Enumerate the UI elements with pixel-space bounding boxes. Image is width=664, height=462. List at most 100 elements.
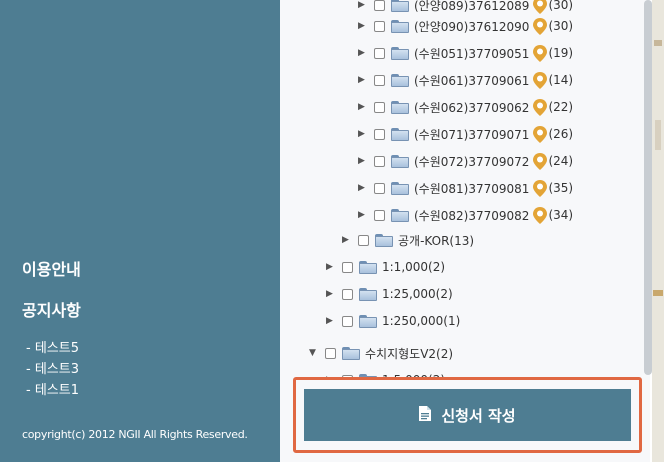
- write-application-button[interactable]: 신청서 작성: [304, 389, 631, 441]
- notice-item[interactable]: - 테스트5: [26, 338, 79, 359]
- tree-row[interactable]: ▶ (수원051)37709051 (19): [357, 43, 573, 63]
- folder-icon: [391, 154, 409, 168]
- tree-checkbox[interactable]: [358, 234, 369, 246]
- map-pin-icon[interactable]: [533, 71, 548, 89]
- folder-icon: [391, 100, 409, 114]
- tree-row[interactable]: ▶ (수원062)37709062 (22): [357, 97, 573, 117]
- write-application-label: 신청서 작성: [441, 406, 516, 425]
- copyright-text: copyright(c) 2012 NGII All Rights Reserv…: [22, 428, 248, 441]
- tree-label: (수원072)37709072: [414, 154, 530, 169]
- tree-checkbox[interactable]: [374, 182, 385, 194]
- tree-label: (수원081)37709081: [414, 181, 530, 196]
- folder-icon: [391, 181, 409, 195]
- tree-row[interactable]: ▶ 1:1,000(2): [325, 257, 445, 277]
- tree-scrollbar[interactable]: [644, 0, 652, 375]
- tree-row[interactable]: ▶ (수원061)37709061 (14): [357, 70, 573, 90]
- folder-icon: [375, 233, 393, 247]
- document-icon: [419, 405, 432, 425]
- tree-checkbox[interactable]: [342, 315, 353, 327]
- item-count: (22): [548, 100, 574, 114]
- map-pin-icon[interactable]: [533, 98, 548, 116]
- expand-arrow-icon[interactable]: ▶: [357, 21, 366, 31]
- expand-arrow-icon[interactable]: ▶: [325, 289, 334, 299]
- notice-link[interactable]: 공지사항: [22, 297, 81, 321]
- expand-arrow-icon[interactable]: ▶: [357, 183, 366, 193]
- tree-row[interactable]: ▶ (수원072)37709072 (24): [357, 151, 573, 171]
- folder-icon: [342, 346, 360, 360]
- tree-checkbox[interactable]: [374, 209, 385, 221]
- item-count: (30): [548, 19, 574, 33]
- notice-list: - 테스트5 - 테스트3 - 테스트1: [26, 338, 79, 401]
- tree-label: (수원071)37709071: [414, 127, 530, 142]
- tree-checkbox[interactable]: [374, 74, 385, 86]
- tree-checkbox[interactable]: [374, 155, 385, 167]
- folder-icon: [359, 314, 377, 328]
- tree-checkbox[interactable]: [374, 47, 385, 59]
- tree-row[interactable]: ▶ 1:25,000(2): [325, 284, 453, 304]
- map-pin-icon[interactable]: [533, 0, 548, 14]
- folder-icon: [391, 46, 409, 60]
- map-pin-icon[interactable]: [533, 125, 548, 143]
- expand-arrow-icon[interactable]: ▶: [357, 102, 366, 112]
- sidebar: 이용안내 공지사항 - 테스트5 - 테스트3 - 테스트1 copyright…: [0, 0, 280, 462]
- tree-label: 공개-KOR(13): [398, 233, 475, 248]
- map-pin-icon[interactable]: [533, 206, 548, 224]
- tree-label: 수치지형도V2(2): [365, 346, 454, 361]
- tree-label: (수원082)37709082: [414, 208, 530, 223]
- expand-arrow-icon[interactable]: ▶: [341, 235, 350, 245]
- expand-arrow-icon[interactable]: ▶: [357, 48, 366, 58]
- tree-checkbox[interactable]: [374, 20, 385, 32]
- expand-arrow-icon[interactable]: ▶: [357, 156, 366, 166]
- item-count: (14): [548, 73, 574, 87]
- tree-label: 1:250,000(1): [382, 314, 461, 328]
- tree-row[interactable]: ▶ 공개-KOR(13): [341, 230, 474, 250]
- tree-row[interactable]: ▶ (수원071)37709071 (26): [357, 124, 573, 144]
- expand-arrow-icon[interactable]: ▶: [357, 210, 366, 220]
- tree-label: (안양090)37612090: [414, 19, 530, 34]
- item-count: (26): [548, 127, 574, 141]
- folder-icon: [391, 127, 409, 141]
- folder-icon: [359, 287, 377, 301]
- tree-label: (안양089)37612089: [414, 0, 530, 13]
- folder-icon: [391, 73, 409, 87]
- notice-item[interactable]: - 테스트1: [26, 380, 79, 401]
- folder-icon: [391, 208, 409, 222]
- map-pin-icon[interactable]: [533, 17, 548, 35]
- usage-guide-link[interactable]: 이용안내: [22, 256, 81, 280]
- map-pin-icon[interactable]: [533, 179, 548, 197]
- item-count: (34): [548, 208, 574, 222]
- tree-row[interactable]: ▶ 1:250,000(1): [325, 311, 460, 331]
- tree-row[interactable]: ▶ (안양090)37612090 (30): [357, 16, 573, 36]
- map-view-edge: [652, 0, 664, 462]
- tree-checkbox[interactable]: [374, 128, 385, 140]
- expand-arrow-icon[interactable]: ▶: [357, 129, 366, 139]
- item-count: (30): [548, 0, 574, 12]
- tree-checkbox[interactable]: [342, 288, 353, 300]
- submit-highlight-box: 신청서 작성: [293, 377, 642, 453]
- tree-row[interactable]: ▶ (안양089)37612089 (30): [357, 0, 573, 15]
- tree-row[interactable]: ▶ (수원081)37709081 (35): [357, 178, 573, 198]
- folder-icon: [359, 260, 377, 274]
- tree-label: (수원061)37709061: [414, 73, 530, 88]
- tree-label: 1:25,000(2): [382, 287, 453, 301]
- expand-arrow-icon[interactable]: ▶: [325, 316, 334, 326]
- tree-label: 1:1,000(2): [382, 260, 446, 274]
- tree-label: (수원051)37709051: [414, 46, 530, 61]
- map-pin-icon[interactable]: [533, 152, 548, 170]
- collapse-arrow-icon[interactable]: ▼: [308, 348, 317, 358]
- tree-checkbox[interactable]: [374, 101, 385, 113]
- tree-row[interactable]: ▼ 수치지형도V2(2): [308, 343, 453, 363]
- expand-arrow-icon[interactable]: ▶: [357, 75, 366, 85]
- folder-icon: [391, 19, 409, 33]
- map-pin-icon[interactable]: [533, 44, 548, 62]
- tree-row[interactable]: ▶ (수원082)37709082 (34): [357, 205, 573, 225]
- notice-item[interactable]: - 테스트3: [26, 359, 79, 380]
- expand-arrow-icon[interactable]: ▶: [357, 0, 366, 10]
- tree-checkbox[interactable]: [374, 0, 385, 11]
- expand-arrow-icon[interactable]: ▶: [325, 262, 334, 272]
- tree-checkbox[interactable]: [325, 347, 336, 359]
- folder-icon: [391, 0, 409, 12]
- tree-label: (수원062)37709062: [414, 100, 530, 115]
- tree-checkbox[interactable]: [342, 261, 353, 273]
- item-count: (35): [548, 181, 574, 195]
